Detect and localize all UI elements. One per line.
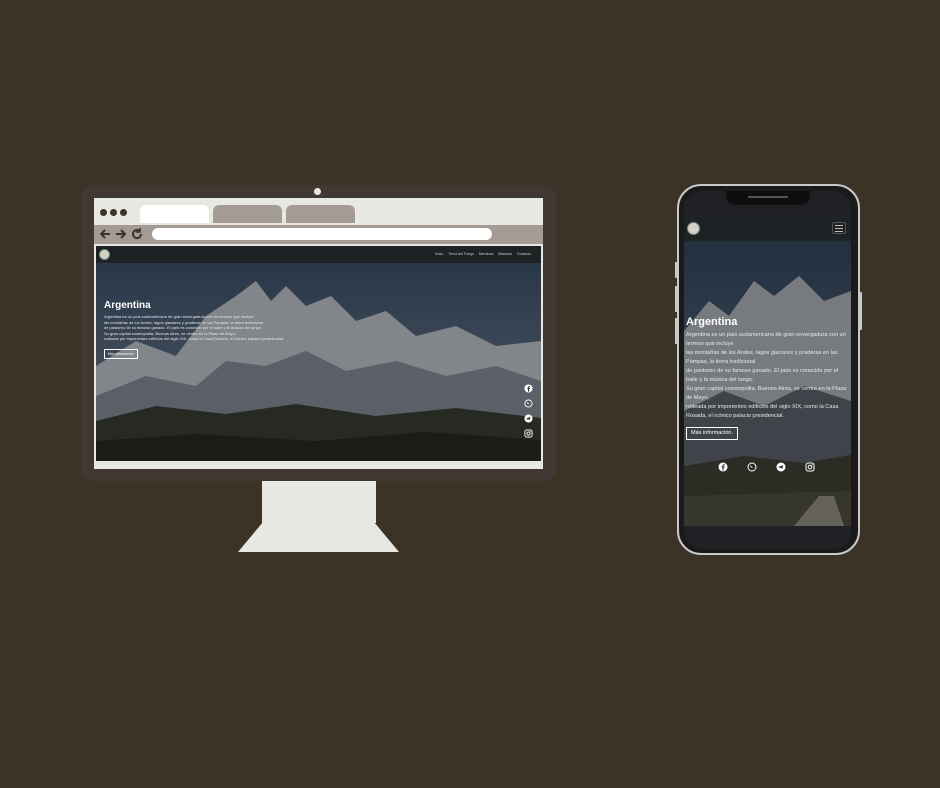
nav-link-contacto[interactable]: Contacto — [517, 251, 531, 257]
phone-screen: Argentina Argentina es un país sudameric… — [684, 191, 851, 549]
browser-tab[interactable] — [213, 205, 282, 223]
nav-link-misiones[interactable]: Misiones — [498, 251, 512, 257]
browser-tab-bar — [94, 198, 543, 225]
mobile-site-logo[interactable] — [687, 222, 700, 235]
speaker-grille — [748, 196, 788, 198]
mobile-social-links — [718, 462, 815, 472]
desktop-screen: Inicio Tierra del Fuego Mendoza Misiones… — [94, 198, 543, 469]
hero-description: Argentina es un país sudamericano de gra… — [104, 314, 285, 341]
browser-tab-active[interactable] — [140, 205, 209, 223]
more-info-button[interactable]: Más información — [104, 349, 138, 359]
browser-toolbar — [94, 225, 543, 244]
nav-link-tierra-del-fuego[interactable]: Tierra del Fuego — [448, 251, 474, 257]
telegram-icon[interactable] — [776, 462, 786, 472]
telegram-icon[interactable] — [524, 414, 533, 423]
site-navbar: Inicio Tierra del Fuego Mendoza Misiones… — [96, 246, 541, 263]
monitor-stand — [262, 481, 376, 523]
window-dot[interactable] — [120, 209, 127, 216]
hero-text: Argentina Argentina es un país sudameric… — [104, 300, 304, 360]
phone-power-button — [859, 292, 862, 330]
hero-title: Argentina — [104, 300, 151, 311]
phone-notch — [726, 191, 810, 205]
arrow-left-icon[interactable] — [100, 229, 111, 239]
instagram-icon[interactable] — [805, 462, 815, 472]
nav-link-mendoza[interactable]: Mendoza — [479, 251, 493, 257]
site-nav-links: Inicio Tierra del Fuego Mendoza Misiones… — [435, 251, 531, 257]
window-dot[interactable] — [100, 209, 107, 216]
mobile-hero-description: Argentina es un país sudamericano de gra… — [686, 332, 847, 419]
window-controls — [100, 209, 127, 216]
hamburger-menu-icon[interactable] — [832, 222, 846, 234]
monitor-base — [238, 523, 399, 552]
mobile-hero-text: Argentina Argentina es un país sudameric… — [686, 316, 850, 440]
browser-tab[interactable] — [286, 205, 355, 223]
reload-icon[interactable] — [131, 228, 143, 240]
nav-link-inicio[interactable]: Inicio — [435, 251, 443, 257]
phone-side-button — [675, 286, 678, 312]
facebook-icon[interactable] — [524, 384, 533, 393]
mobile-hero: Argentina Argentina es un país sudameric… — [684, 241, 851, 526]
monitor-camera — [314, 188, 321, 195]
arrow-right-icon[interactable] — [115, 229, 126, 239]
website-preview: Inicio Tierra del Fuego Mendoza Misiones… — [96, 246, 541, 461]
mobile-footer — [684, 526, 851, 549]
whatsapp-icon[interactable] — [747, 462, 757, 472]
phone-side-button — [675, 318, 678, 344]
whatsapp-icon[interactable] — [524, 399, 533, 408]
window-dot[interactable] — [110, 209, 117, 216]
facebook-icon[interactable] — [718, 462, 728, 472]
mobile-more-info-button[interactable]: Más información. — [686, 427, 738, 440]
instagram-icon[interactable] — [524, 429, 533, 438]
mobile-hero-title: Argentina — [686, 316, 738, 328]
social-links — [524, 384, 533, 438]
site-logo[interactable] — [99, 249, 110, 260]
url-bar[interactable] — [152, 228, 492, 240]
mobile-navbar — [684, 215, 851, 241]
phone-side-button — [675, 262, 678, 278]
